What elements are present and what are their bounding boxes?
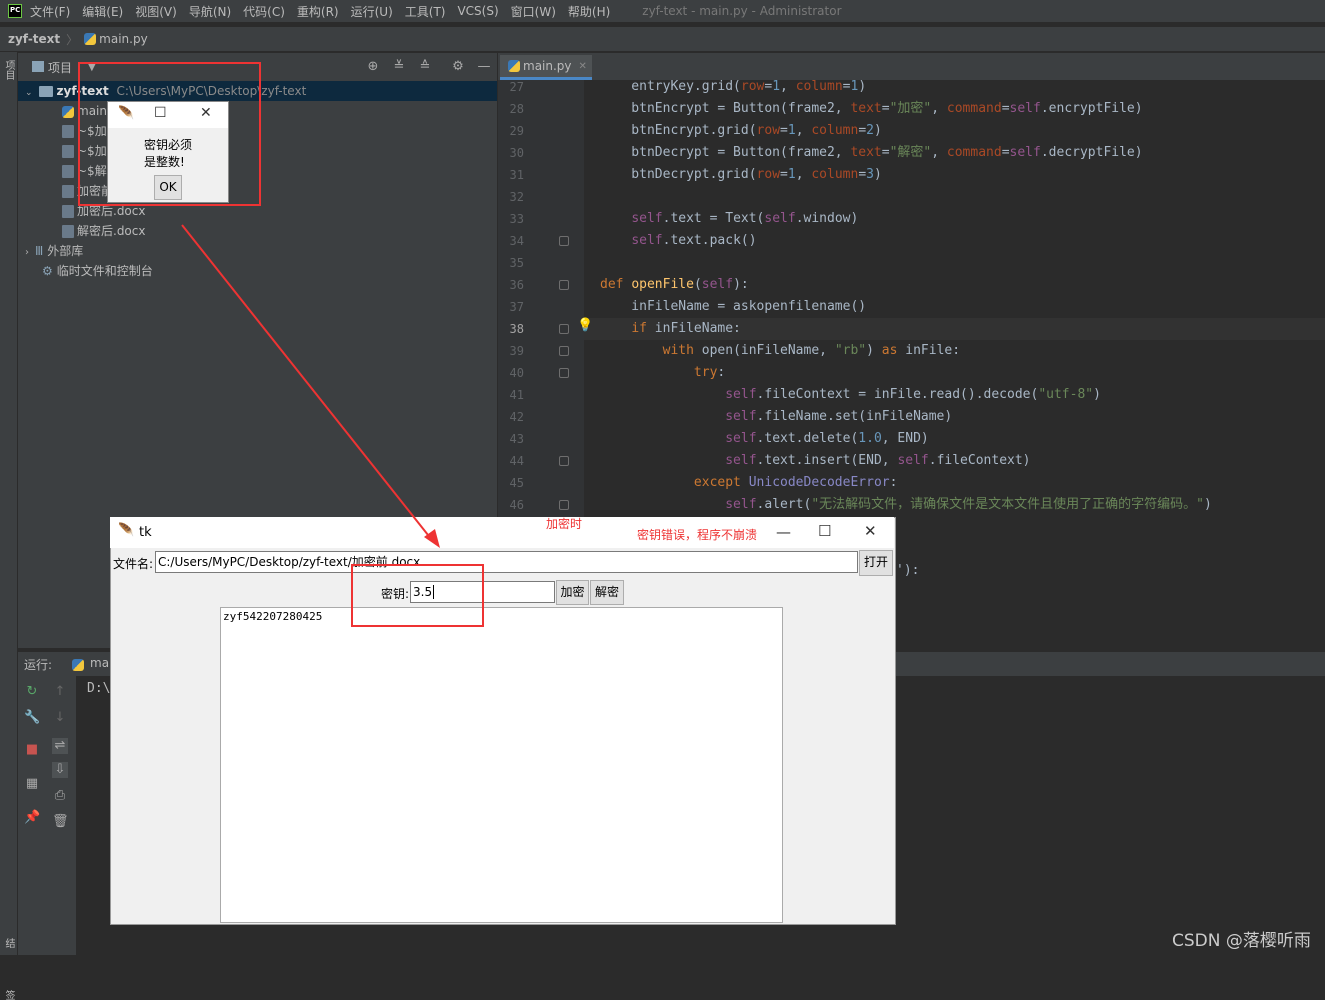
watermark: CSDN @落樱听雨 [1172,931,1311,951]
annotation-arrow [181,224,440,548]
bookmarks-tool-tab[interactable]: 签 [1,990,16,1000]
